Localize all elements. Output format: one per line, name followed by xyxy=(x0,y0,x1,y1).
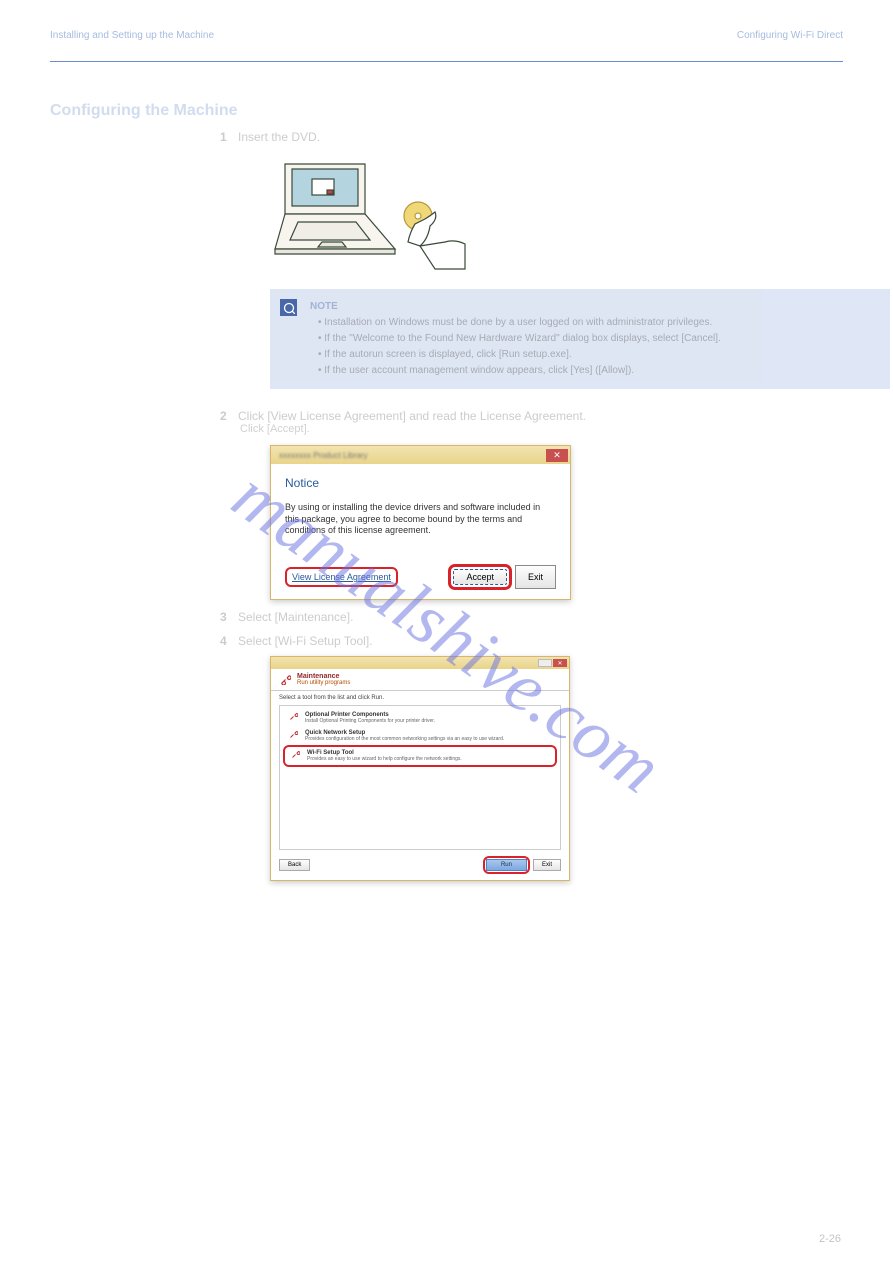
maint-desc: Select a tool from the list and click Ru… xyxy=(271,691,569,703)
page-number: 2-26 xyxy=(819,1233,841,1245)
note-bullet-4: • If the user account management window … xyxy=(318,363,880,379)
maint-close-button[interactable]: ✕ xyxy=(553,659,567,667)
step-2b: Click [Accept]. xyxy=(240,423,843,435)
note-title: NOTE xyxy=(310,299,880,315)
note-bullet-2: • If the "Welcome to the Found New Hardw… xyxy=(318,331,880,347)
tool-icon xyxy=(287,712,300,721)
step-1: 1Insert the DVD. xyxy=(220,130,843,144)
run-button[interactable]: Run xyxy=(486,859,527,871)
maintenance-dialog: ✕ Maintenance Run utility programs Selec… xyxy=(270,656,570,881)
header-right: Configuring Wi-Fi Direct xyxy=(50,30,843,41)
step-2: 2Click [View License Agreement] and read… xyxy=(220,409,843,423)
maint-list: Optional Printer Components Install Opti… xyxy=(279,705,561,850)
view-license-link[interactable]: View License Agreement xyxy=(285,567,398,587)
step-4: 4Select [Wi-Fi Setup Tool]. xyxy=(220,634,843,648)
maint-item-quicknet[interactable]: Quick Network Setup Provides configurati… xyxy=(283,727,557,745)
step-3: 3Select [Maintenance]. xyxy=(220,610,843,624)
note-icon xyxy=(280,299,297,316)
notice-titlebar: xxxxxxxx Product Library ✕ xyxy=(271,446,570,464)
exit-button[interactable]: Exit xyxy=(515,565,556,589)
notice-text: By using or installing the device driver… xyxy=(285,502,556,537)
accept-button[interactable]: Accept xyxy=(453,569,507,585)
note-box: NOTE • Installation on Windows must be d… xyxy=(270,289,890,389)
maint-header-sub: Run utility programs xyxy=(297,680,350,686)
tool-icon xyxy=(287,730,300,739)
wrench-icon xyxy=(279,674,292,685)
minimize-button[interactable] xyxy=(538,659,552,667)
close-button[interactable]: ✕ xyxy=(546,449,568,462)
header-rule xyxy=(50,61,843,62)
maint-exit-button[interactable]: Exit xyxy=(533,859,561,871)
maint-item-wifi[interactable]: Wi-Fi Setup Tool Provides an easy to use… xyxy=(283,745,557,767)
maint-titlebar: ✕ xyxy=(271,657,569,669)
notice-titlebar-text: xxxxxxxx Product Library xyxy=(279,451,367,460)
section-title: Configuring the Machine xyxy=(50,102,843,120)
note-bullet-3: • If the autorun screen is displayed, cl… xyxy=(318,347,880,363)
notice-heading: Notice xyxy=(285,476,556,490)
laptop-cd-illustration xyxy=(270,154,843,279)
maint-item-optional[interactable]: Optional Printer Components Install Opti… xyxy=(283,709,557,727)
back-button[interactable]: Back xyxy=(279,859,310,871)
note-bullet-1: • Installation on Windows must be done b… xyxy=(318,315,880,331)
tool-icon xyxy=(289,750,302,759)
maint-header-title: Maintenance xyxy=(297,673,350,680)
notice-dialog: xxxxxxxx Product Library ✕ Notice By usi… xyxy=(270,445,571,600)
